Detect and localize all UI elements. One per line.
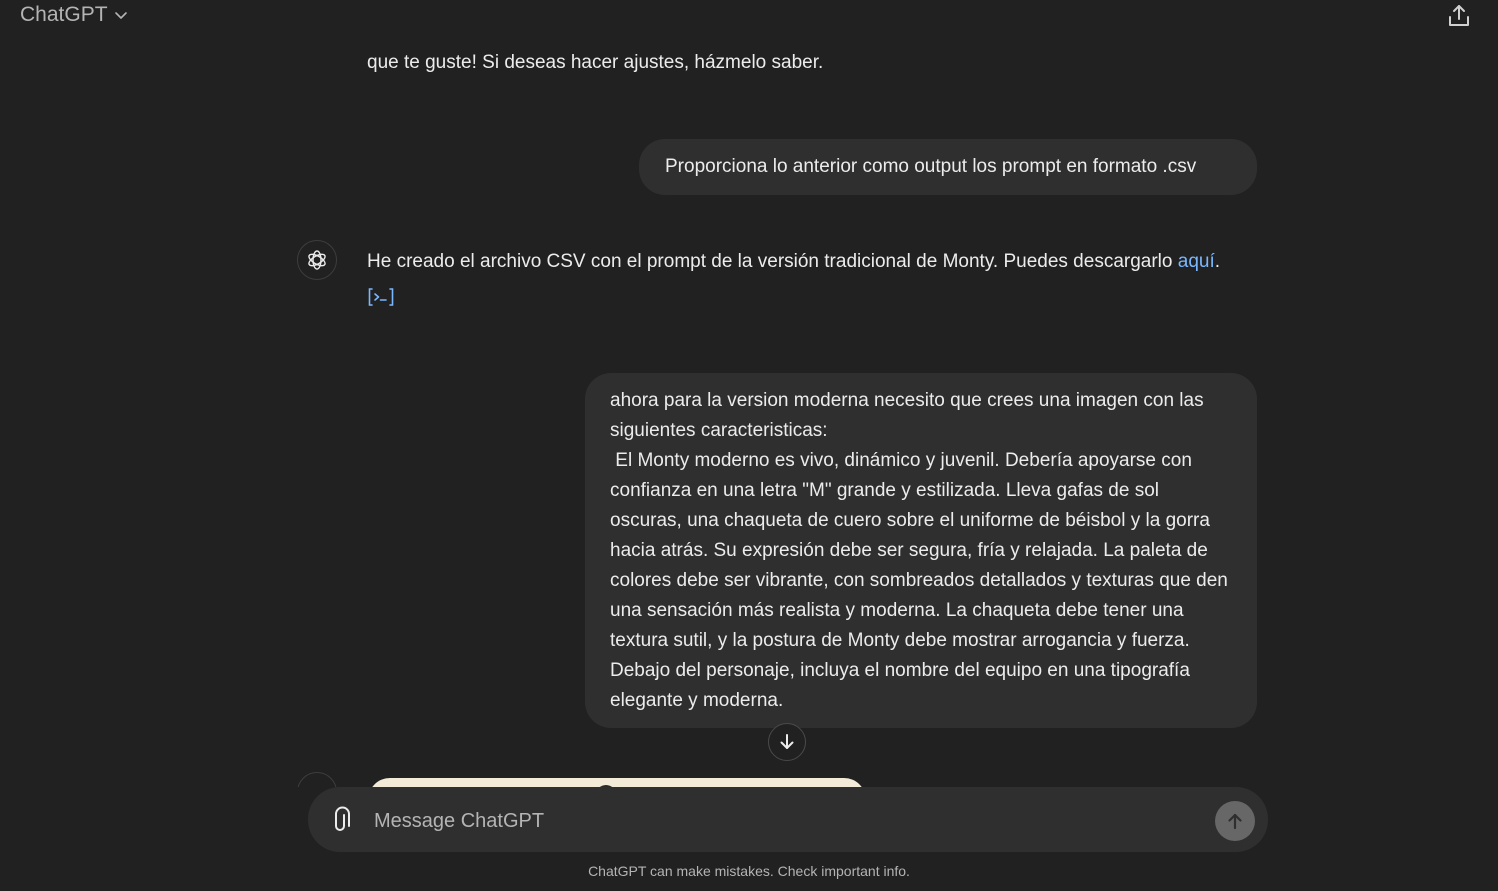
arrow-down-icon (780, 734, 794, 749)
share-icon[interactable] (1446, 3, 1472, 29)
user-message-2-line-2: El Monty moderno es vivo, dinámico y juv… (610, 450, 1234, 711)
user-message-1: Proporciona lo anterior como output los … (639, 139, 1257, 195)
user-message-2-line-1: ahora para la version moderna necesito q… (610, 390, 1209, 441)
assistant-message-partial: que te guste! Si deseas hacer ajustes, h… (367, 52, 824, 73)
model-name: ChatGPT (20, 3, 108, 26)
message-input[interactable] (372, 801, 1196, 841)
assistant-message-2: He creado el archivo CSV con el prompt d… (367, 247, 1267, 277)
code-interpreter-icon[interactable] (368, 287, 394, 307)
download-link[interactable]: aquí (1178, 251, 1215, 272)
chatgpt-window: ChatGPT que te guste! Si deseas hacer aj… (0, 0, 1498, 891)
user-message-1-text: Proporciona lo anterior como output los … (665, 156, 1197, 177)
paperclip-icon[interactable] (330, 806, 356, 834)
scroll-to-bottom-button[interactable] (768, 723, 806, 761)
user-message-2: ahora para la version moderna necesito q… (585, 373, 1257, 728)
send-button[interactable] (1215, 801, 1255, 841)
assistant-message-2-trailing: . (1214, 251, 1221, 272)
disclaimer-text: ChatGPT can make mistakes. Check importa… (588, 863, 910, 879)
chevron-down-icon (114, 12, 127, 19)
composer (308, 787, 1268, 852)
model-switcher[interactable]: ChatGPT (20, 3, 128, 27)
assistant-message-2-text: He creado el archivo CSV con el prompt d… (367, 251, 1178, 272)
top-bar: ChatGPT (0, 0, 1498, 34)
arrow-up-icon (1228, 813, 1242, 830)
assistant-avatar (297, 240, 337, 280)
openai-logo-icon (308, 250, 326, 270)
